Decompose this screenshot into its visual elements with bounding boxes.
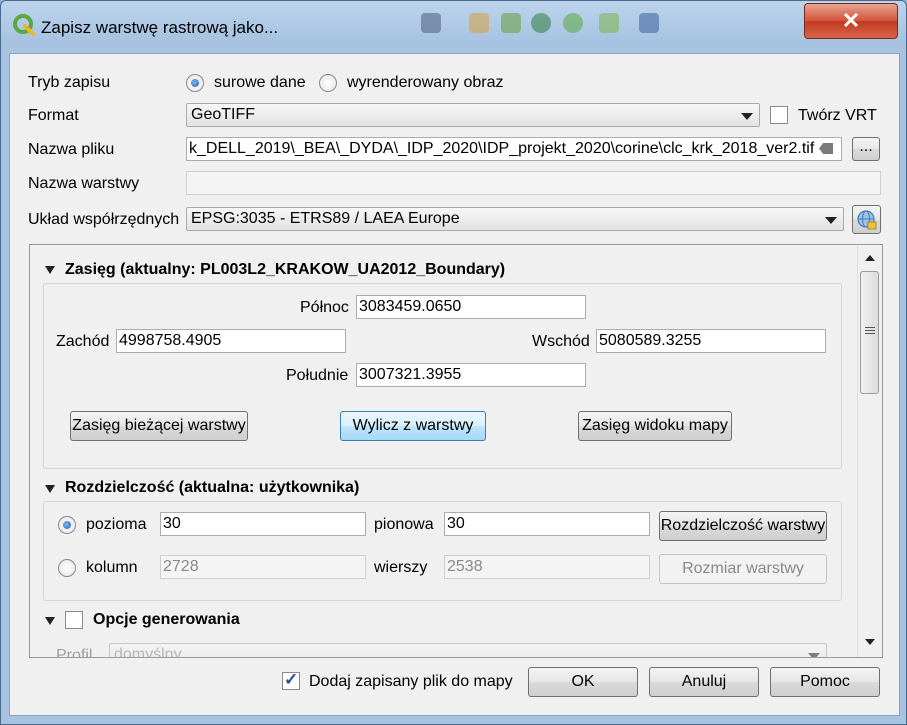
dialog-body: Tryb zapisu surowe dane wyrenderowany ob… [9,53,900,716]
columns-label: kolumn [86,559,138,576]
collapse-arrow-icon[interactable] [45,617,55,625]
profile-select-value: domyślny [114,646,182,658]
resolution-group-title[interactable]: Rozdzielczość (aktualna: użytkownika) [65,479,359,497]
create-vrt-label[interactable]: Twórz VRT [798,107,877,125]
add-to-map-label[interactable]: Dodaj zapisany plik do mapy [309,673,513,691]
profile-select[interactable]: domyślny [109,643,827,658]
creation-options-checkbox[interactable] [65,611,83,629]
columns-value: 2728 [163,558,199,575]
ok-button[interactable]: OK [528,667,638,697]
format-label: Format [28,107,79,124]
creation-options-title[interactable]: Opcje generowania [93,611,240,629]
layer-size-button[interactable]: Rozmiar warstwy [659,554,827,584]
vertical-input[interactable]: 30 [444,512,650,536]
nazwa-warstwy-label: Nazwa warstwy [28,175,140,192]
crs-select-value: EPSG:3035 - ETRS89 / LAEA Europe [191,210,460,227]
dialog-window: Zapisz warstwę rastrową jako... ✕ Tryb z… [0,0,907,725]
extent-group-title[interactable]: Zasięg (aktualny: PL003L2_KRAKOW_UA2012_… [65,261,505,279]
uklad-label: Układ współrzędnych [28,211,180,228]
clear-icon[interactable] [819,143,833,154]
file-path-value: k_DELL_2019\_BEA\_DYDA\_IDP_2020\IDP_pro… [189,140,815,157]
profile-label: Profil [56,647,93,658]
close-button[interactable]: ✕ [804,3,898,39]
horizontal-input[interactable]: 30 [160,512,366,536]
options-scroll-area[interactable]: Zasięg (aktualny: PL003L2_KRAKOW_UA2012_… [29,244,883,658]
north-input[interactable]: 3083459.0650 [356,295,586,319]
window-title: Zapisz warstwę rastrową jako... [41,18,279,37]
horizontal-label: pozioma [86,516,147,533]
crs-select[interactable]: EPSG:3035 - ETRS89 / LAEA Europe [186,207,844,231]
scroll-down-icon[interactable] [865,639,875,645]
radio-horizontal[interactable] [58,516,76,534]
create-vrt-checkbox[interactable] [770,106,788,124]
radio-columns[interactable] [58,559,76,577]
north-label: Północ [300,299,349,316]
east-input[interactable]: 5080589.3255 [596,329,826,353]
collapse-arrow-icon[interactable] [45,266,55,274]
current-layer-extent-button[interactable]: Zasięg bieżącej warstwy [70,411,248,441]
add-to-map-checkbox[interactable] [282,670,300,690]
radio-rendered-image-label[interactable]: wyrenderowany obraz [347,74,504,92]
vertical-value: 30 [447,515,465,532]
west-label: Zachód [56,333,110,350]
chevron-down-icon [808,653,820,657]
vertical-label: pionowa [374,516,434,533]
help-button[interactable]: Pomoc [770,667,880,697]
south-input[interactable]: 3007321.3955 [356,363,586,387]
file-path-input[interactable]: k_DELL_2019\_BEA\_DYDA\_IDP_2020\IDP_pro… [186,137,842,161]
columns-input[interactable]: 2728 [160,555,366,579]
horizontal-value: 30 [163,515,181,532]
layer-name-input[interactable] [186,171,881,195]
resolution-group: pozioma 30 pionowa 30 Rozdzielczość wars… [43,501,842,601]
rows-value: 2538 [447,558,483,575]
qgis-logo-icon [13,14,35,36]
east-label: Wschód [532,333,590,350]
radio-raw-data[interactable] [186,74,204,92]
west-input[interactable]: 4998758.4905 [116,329,346,353]
tryb-zapisu-label: Tryb zapisu [28,74,111,91]
globe-icon [856,210,876,230]
chevron-down-icon [825,217,837,224]
vertical-scrollbar[interactable] [857,245,882,657]
scroll-up-icon[interactable] [865,255,875,261]
scroll-thumb[interactable] [860,271,879,394]
south-value: 3007321.3955 [359,366,462,383]
grip-icon [865,327,875,328]
format-select-value: GeoTIFF [191,106,256,123]
rows-input[interactable]: 2538 [444,555,650,579]
cancel-button[interactable]: Anuluj [649,667,759,697]
calculate-from-layer-button[interactable]: Wylicz z warstwy [340,411,486,441]
south-label: Południe [286,367,349,384]
west-value: 4998758.4905 [119,332,222,349]
nazwa-pliku-label: Nazwa pliku [28,141,115,158]
format-select[interactable]: GeoTIFF [186,103,760,127]
title-bar[interactable]: Zapisz warstwę rastrową jako... ✕ [1,1,906,53]
radio-rendered-image[interactable] [319,74,337,92]
radio-raw-data-label[interactable]: surowe dane [214,74,306,92]
collapse-arrow-icon[interactable] [45,485,55,493]
layer-resolution-button[interactable]: Rozdzielczość warstwy [659,511,827,541]
east-value: 5080589.3255 [599,332,702,349]
rows-label: wierszy [374,559,428,576]
chevron-down-icon [741,113,753,120]
browse-button[interactable]: ... [852,137,880,161]
extent-group: Północ 3083459.0650 Zachód 4998758.4905 … [43,283,842,469]
north-value: 3083459.0650 [359,298,462,315]
crs-selector-button[interactable] [852,205,881,234]
map-view-extent-button[interactable]: Zasięg widoku mapy [578,411,732,441]
